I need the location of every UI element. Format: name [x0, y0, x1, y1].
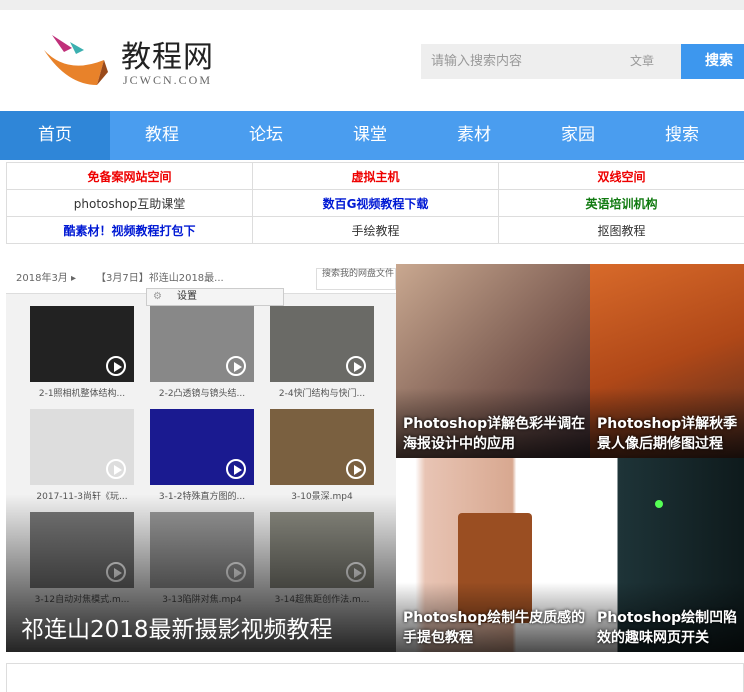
link-table: 免备案网站空间 虚拟主机 双线空间 photoshop互助课堂 数百G视频教程下载 英语培… — [6, 162, 744, 244]
video-thumbnail — [150, 409, 254, 485]
video-thumbnail — [270, 306, 374, 382]
menu-settings: 设置 — [177, 291, 197, 302]
tile-caption[interactable]: Photoshop详解色彩半调在海报设计中的应用 — [403, 414, 586, 454]
featured-title[interactable]: 祁连山2018最新摄影视频教程 — [21, 610, 333, 644]
promo-link[interactable]: 抠图教程 — [498, 216, 744, 244]
promo-link[interactable]: 双线空间 — [498, 162, 744, 190]
site-domain: JCWCN.COM — [123, 73, 213, 87]
article-tile[interactable]: Photoshop绘制牛皮质感的手提包教程 — [396, 458, 590, 652]
nav-item[interactable]: 论坛 — [214, 111, 318, 160]
nav-item[interactable]: 家园 — [526, 111, 630, 160]
tile-caption[interactable]: Photoshop绘制牛皮质感的手提包教程 — [403, 608, 586, 648]
nav-item[interactable]: 搜索 — [630, 111, 734, 160]
gear-icon: ⚙ — [153, 291, 162, 302]
context-menu: ⚙ 设置 — [146, 288, 284, 306]
netdisk-search: 搜索我的网盘文件 — [316, 268, 396, 290]
promo-link[interactable]: 英语培训机构 — [498, 189, 744, 217]
promo-link[interactable]: 手绘教程 — [252, 216, 499, 244]
play-icon — [226, 356, 246, 376]
article-tile[interactable]: Photoshop详解秋季景人像后期修图过程 — [590, 264, 744, 458]
promo-link[interactable]: photoshop互助课堂 — [6, 189, 253, 217]
video-thumbnail — [270, 409, 374, 485]
play-icon — [346, 356, 366, 376]
promo-link[interactable]: 免备案网站空间 — [6, 162, 253, 190]
tile-caption[interactable]: Photoshop详解秋季景人像后期修图过程 — [597, 414, 740, 454]
play-icon — [346, 459, 366, 479]
site-brand[interactable]: 教程网 — [121, 32, 214, 76]
content-box — [6, 663, 744, 692]
article-tile[interactable]: Photoshop绘制凹陷效的趣味网页开关 — [590, 458, 744, 652]
tile-caption[interactable]: Photoshop绘制凹陷效的趣味网页开关 — [597, 608, 740, 648]
logo-icon[interactable] — [42, 30, 112, 90]
video-thumbnail — [30, 306, 134, 382]
featured-slide[interactable]: 2018年3月 ▸ 【3月7日】祁连山2018最... 搜索我的网盘文件 ⚙ 设置… — [6, 264, 396, 652]
nav-item[interactable]: 首页 — [0, 111, 110, 160]
link-row: photoshop互助课堂 数百G视频教程下载 英语培训机构 — [6, 189, 744, 217]
promo-link[interactable]: 数百G视频教程下载 — [252, 189, 499, 217]
search-type-select[interactable]: 文章 — [630, 44, 654, 79]
browser-strip — [0, 0, 744, 10]
article-tile[interactable]: Photoshop详解色彩半调在海报设计中的应用 — [396, 264, 590, 458]
promo-link[interactable]: 虚拟主机 — [252, 162, 499, 190]
video-label: 2-1照相机整体结构... — [38, 389, 126, 399]
on-light-icon — [655, 500, 663, 508]
breadcrumb: 2018年3月 ▸ — [16, 273, 77, 284]
nav-item[interactable]: 教程 — [110, 111, 214, 160]
link-row: 酷素材！视频教程打包下 手绘教程 抠图教程 — [6, 216, 744, 244]
video-thumbnail — [30, 409, 134, 485]
nav-item[interactable]: 课堂 — [318, 111, 422, 160]
video-thumbnail — [150, 306, 254, 382]
link-row: 免备案网站空间 虚拟主机 双线空间 — [6, 162, 744, 190]
nav-item[interactable]: 素材 — [422, 111, 526, 160]
main-nav: 首页 教程 论坛 课堂 素材 家园 搜索 — [0, 111, 744, 160]
play-icon — [106, 356, 126, 376]
promo-link[interactable]: 酷素材！视频教程打包下 — [6, 216, 253, 244]
search-button[interactable]: 搜索 — [681, 44, 744, 79]
video-label: 2-4快门结构与快门... — [278, 389, 366, 399]
video-label: 2-2凸透镜与镜头结... — [158, 389, 246, 399]
play-icon — [226, 459, 246, 479]
play-icon — [106, 459, 126, 479]
